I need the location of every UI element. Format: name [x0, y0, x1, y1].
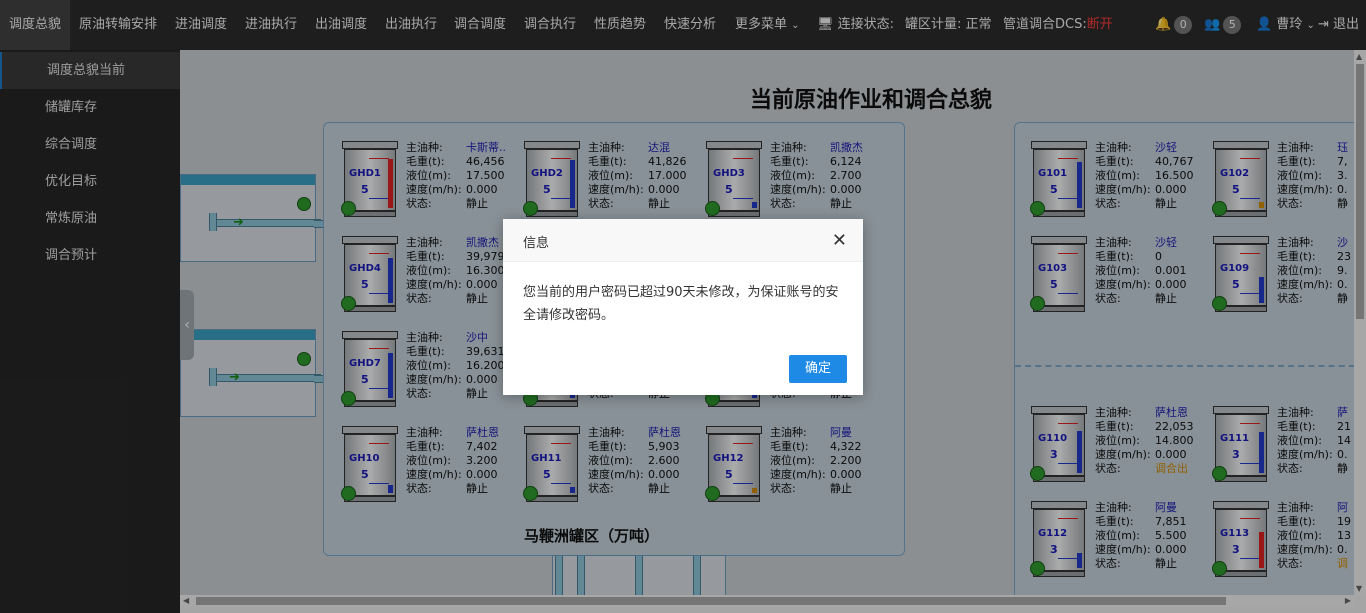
- dialog-message: 您当前的用户密码已超过90天未修改，为保证账号的安全请修改密码。: [523, 285, 839, 323]
- info-dialog: 信息 ✕ 您当前的用户密码已超过90天未修改，为保证账号的安全请修改密码。 确定: [503, 219, 863, 395]
- ok-button[interactable]: 确定: [789, 355, 847, 383]
- dialog-title: 信息: [523, 236, 550, 251]
- close-icon[interactable]: ✕: [832, 230, 847, 251]
- dialog-header: 信息 ✕: [503, 219, 863, 262]
